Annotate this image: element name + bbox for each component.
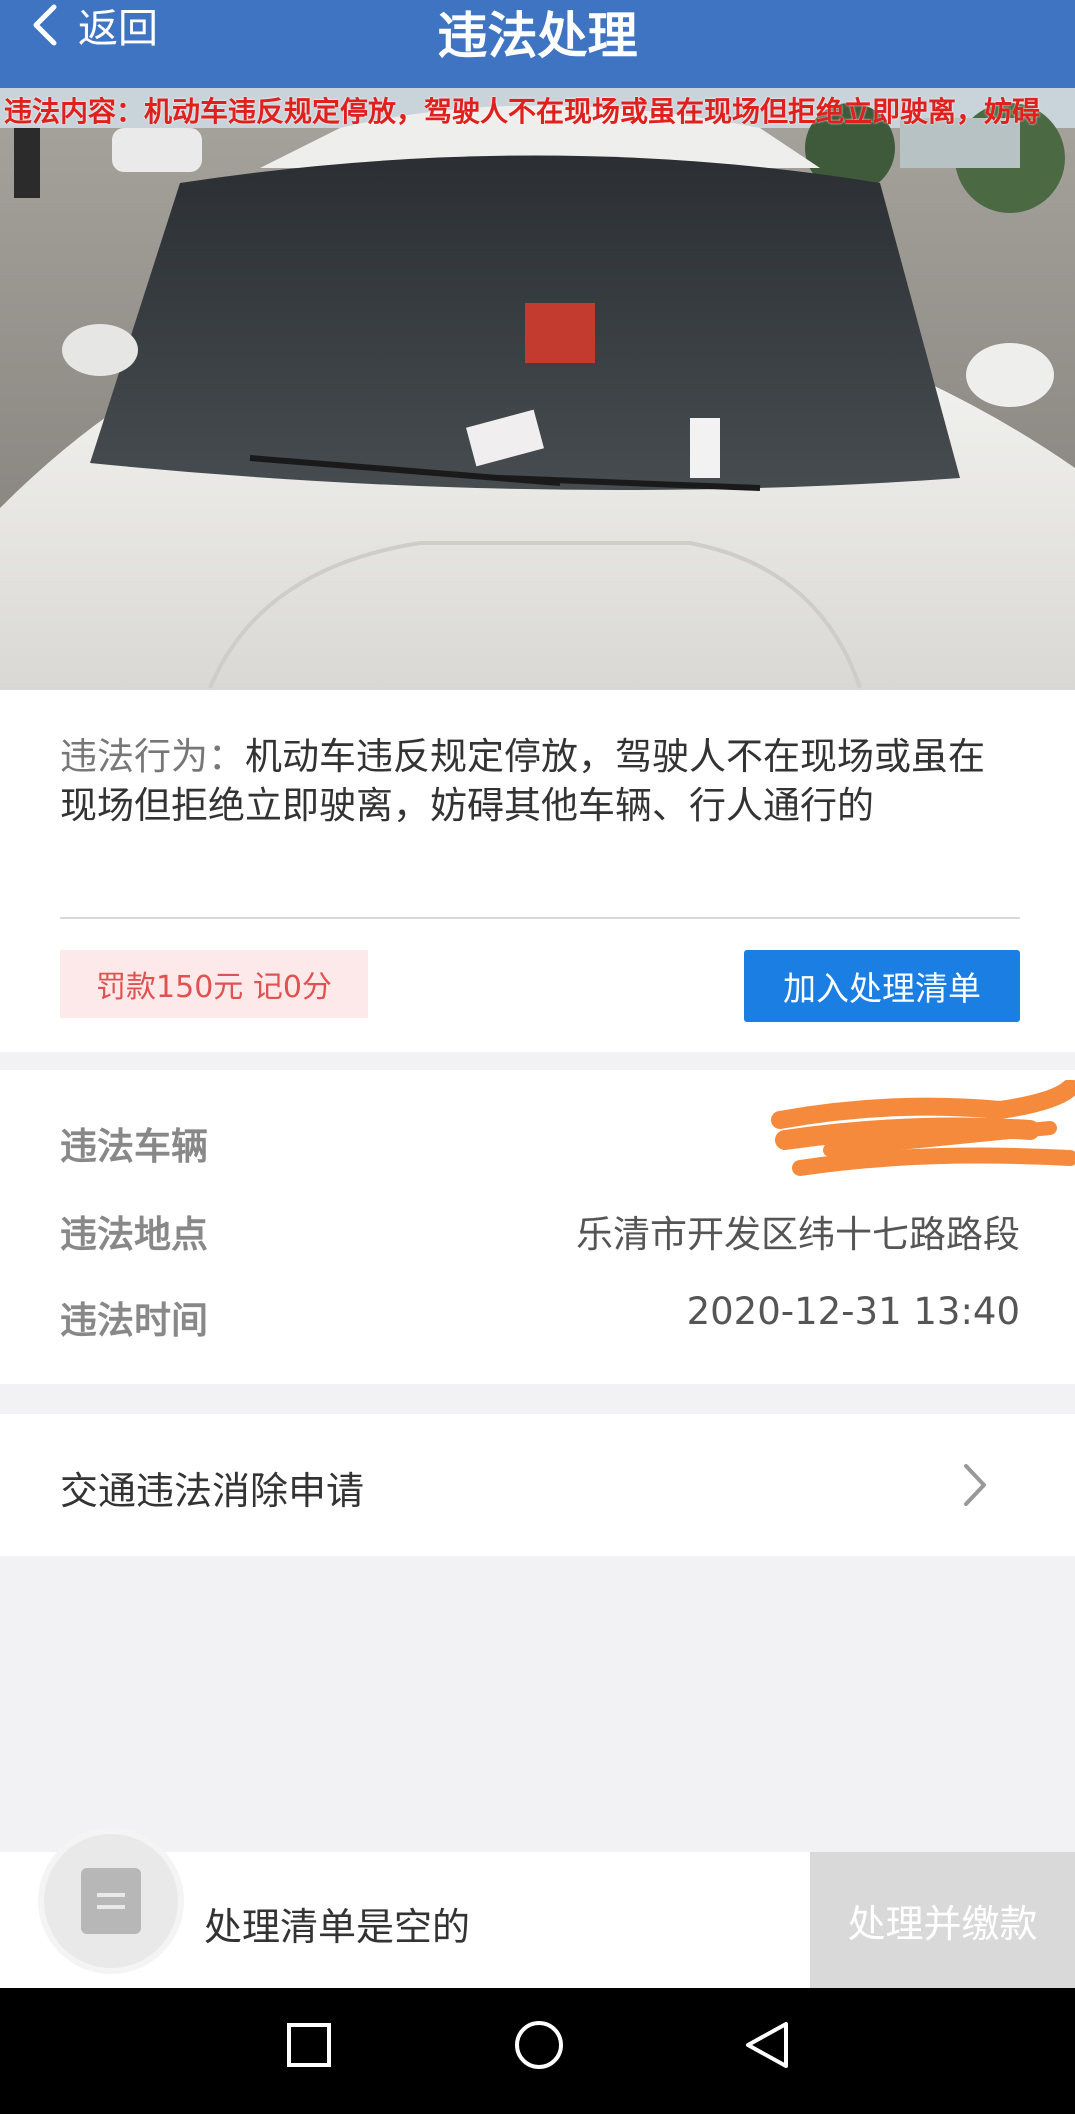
elimination-application-row[interactable]: 交通违法消除申请 — [0, 1414, 1075, 1556]
behavior-label: 违法行为： — [60, 735, 245, 778]
system-nav-bar — [0, 1988, 1075, 2114]
vehicle-label: 违法车辆 — [60, 1125, 208, 1168]
recents-icon[interactable] — [286, 2022, 332, 2068]
redaction-scribble — [771, 1080, 1075, 1176]
divider — [60, 917, 1020, 919]
process-and-pay-button[interactable]: 处理并缴款 — [810, 1852, 1075, 1988]
home-icon[interactable] — [514, 2020, 564, 2070]
time-label: 违法时间 — [60, 1299, 208, 1342]
list-icon — [81, 1868, 141, 1934]
violation-behavior: 违法行为：机动车违反规定停放，驾驶人不在现场或虽在现场但拒绝立即驶离，妨碍其他车… — [60, 732, 1000, 830]
app-header: 返回 违法处理 — [0, 0, 1075, 88]
chevron-right-icon — [964, 1464, 986, 1506]
location-label: 违法地点 — [60, 1213, 208, 1256]
page-title: 违法处理 — [437, 7, 638, 65]
location-value: 乐清市开发区纬十七路路段 — [576, 1213, 1020, 1256]
add-to-list-button[interactable]: 加入处理清单 — [744, 950, 1020, 1022]
elimination-label: 交通违法消除申请 — [60, 1469, 365, 1513]
fine-badge: 罚款150元 记0分 — [60, 950, 368, 1018]
violation-card: 违法行为：机动车违反规定停放，驾驶人不在现场或虽在现场但拒绝立即驶离，妨碍其他车… — [0, 690, 1075, 1052]
processing-list-button[interactable] — [44, 1834, 178, 1968]
list-empty-text: 处理清单是空的 — [204, 1905, 471, 1949]
violation-details-card: 违法车辆 违法地点 乐清市开发区纬十七路路段 违法时间 2020-12-31 1… — [0, 1070, 1075, 1384]
time-value: 2020-12-31 13:40 — [686, 1290, 1020, 1333]
back-nav-icon[interactable] — [744, 2020, 790, 2070]
photo-overlay-caption: 违法内容：机动车违反规定停放，驾驶人不在现场或虽在现场但拒绝立即驶离，妨碍 — [4, 95, 1041, 128]
evidence-photo — [0, 88, 1075, 690]
